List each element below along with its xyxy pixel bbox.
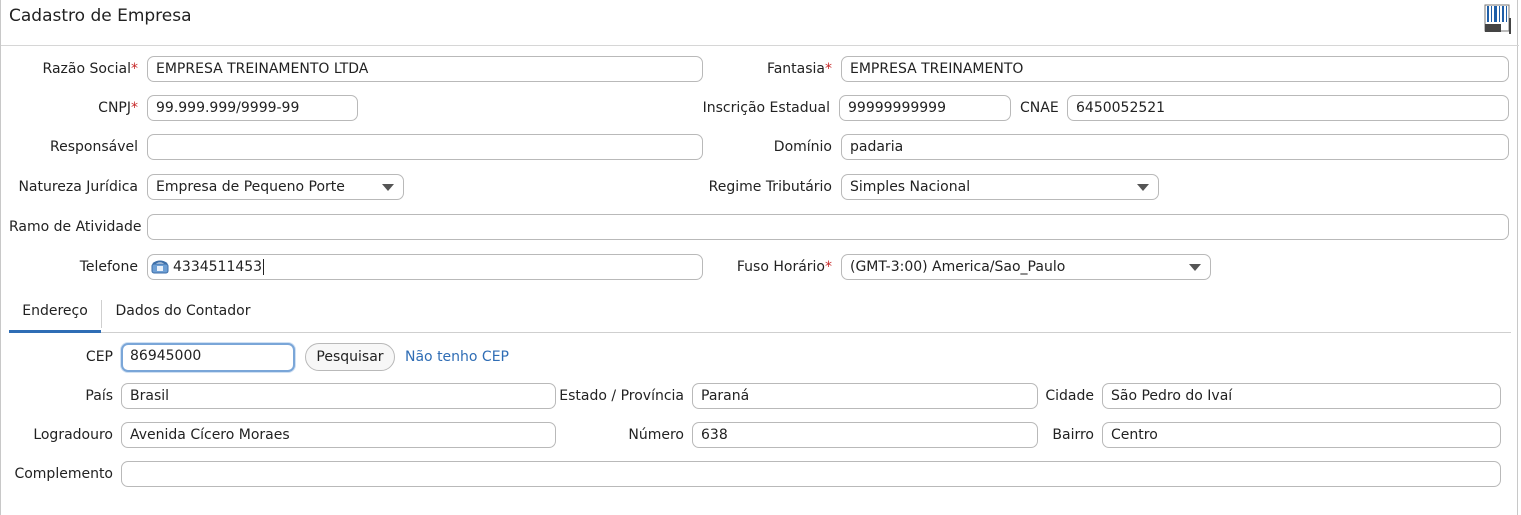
inscricao-estadual-input[interactable]: 99999999999 (839, 95, 1011, 121)
tab-divider (101, 300, 102, 328)
responsavel-label: Responsável (50, 139, 138, 155)
fuso-horario-value: (GMT-3:00) America/Sao_Paulo (850, 259, 1066, 275)
tab-bar: Endereço Dados do Contador (9, 296, 1511, 333)
telefone-value: 4334511453 (173, 259, 265, 275)
no-cep-link[interactable]: Não tenho CEP (405, 344, 509, 370)
pais-label: País (85, 388, 113, 404)
estado-label: Estado / Província (559, 388, 684, 404)
dominio-label: Domínio (773, 139, 832, 155)
razao-social-input[interactable]: EMPRESA TREINAMENTO LTDA (147, 56, 703, 82)
complemento-label: Complemento (14, 466, 113, 482)
ramo-atividade-label: Ramo de Atividade (9, 219, 142, 235)
regime-tributario-select[interactable]: Simples Nacional (841, 174, 1159, 200)
phone-icon (151, 260, 169, 274)
cnpj-input[interactable]: 99.999.999/9999-99 (147, 95, 358, 121)
natureza-juridica-value: Empresa de Pequeno Porte (156, 179, 345, 195)
telefone-label: Telefone (79, 259, 138, 275)
cep-label: CEP (85, 349, 113, 365)
fantasia-label: Fantasia* (766, 61, 832, 77)
natureza-juridica-select[interactable]: Empresa de Pequeno Porte (147, 174, 404, 200)
dropdown-arrow-icon (382, 184, 394, 191)
responsavel-input[interactable] (147, 134, 703, 160)
logradouro-input[interactable]: Avenida Cícero Moraes (121, 422, 556, 448)
inscricao-estadual-label: Inscrição Estadual (702, 100, 830, 116)
cnae-label: CNAE (1020, 100, 1059, 116)
cidade-input[interactable]: São Pedro do Ivaí (1102, 383, 1501, 409)
cep-input[interactable]: 86945000 (121, 343, 295, 372)
tab-dados-do-contador[interactable]: Dados do Contador (107, 296, 259, 330)
estado-input[interactable]: Paraná (692, 383, 1038, 409)
bairro-label: Bairro (1052, 427, 1094, 443)
ramo-atividade-input[interactable] (147, 214, 1509, 240)
tab-endereco[interactable]: Endereço (9, 296, 101, 333)
fuso-horario-label: Fuso Horário* (736, 259, 832, 275)
logradouro-label: Logradouro (33, 427, 113, 443)
pesquisar-button[interactable]: Pesquisar (305, 343, 395, 371)
cnae-input[interactable]: 6450052521 (1067, 95, 1509, 121)
bairro-input[interactable]: Centro (1102, 422, 1501, 448)
window-title: Cadastro de Empresa (9, 6, 192, 26)
fantasia-input[interactable]: EMPRESA TREINAMENTO (841, 56, 1509, 82)
cnpj-label: CNPJ* (98, 100, 138, 116)
razao-social-label: Razão Social* (42, 61, 138, 77)
barcode-panel-icon[interactable] (1484, 4, 1512, 36)
dropdown-arrow-icon (1189, 264, 1201, 271)
regime-tributario-label: Regime Tributário (708, 179, 832, 195)
complemento-input[interactable] (121, 461, 1501, 487)
cidade-label: Cidade (1045, 388, 1094, 404)
dominio-input[interactable]: padaria (841, 134, 1509, 160)
natureza-juridica-label: Natureza Jurídica (18, 179, 138, 195)
pais-input[interactable]: Brasil (121, 383, 556, 409)
company-registration-window: Cadastro de Empresa Razão Social* EMPRES… (0, 0, 1519, 515)
telefone-input[interactable]: 4334511453 (147, 254, 703, 280)
title-divider (1, 45, 1519, 46)
fuso-horario-select[interactable]: (GMT-3:00) America/Sao_Paulo (841, 254, 1211, 280)
numero-label: Número (628, 427, 684, 443)
regime-tributario-value: Simples Nacional (850, 179, 971, 195)
numero-input[interactable]: 638 (692, 422, 1038, 448)
dropdown-arrow-icon (1137, 184, 1149, 191)
